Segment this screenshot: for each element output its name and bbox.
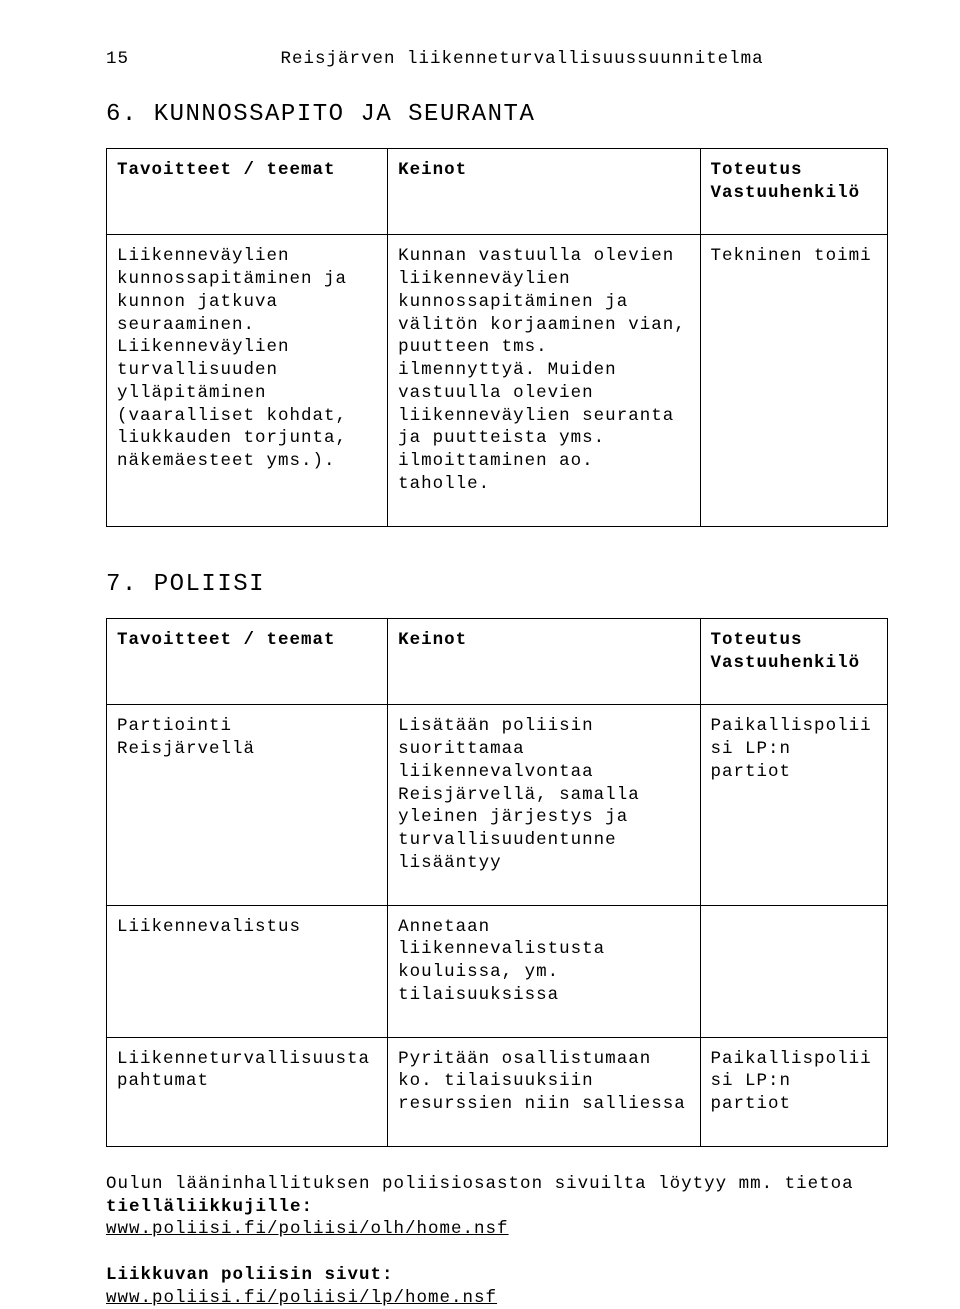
section7-heading: 7. POLIISI bbox=[106, 569, 888, 600]
cell-toteutus: Paikallispoliisi LP:n partiot bbox=[700, 705, 887, 905]
cell-tavoitteet: Partiointi Reisjärvellä bbox=[107, 705, 388, 905]
cell-toteutus bbox=[700, 905, 887, 1037]
col-tavoitteet: Tavoitteet / teemat bbox=[107, 618, 388, 705]
cell-toteutus: Paikallispoliisi LP:n partiot bbox=[700, 1037, 887, 1146]
cell-keinot: Annetaan liikennevalistusta kouluissa, y… bbox=[388, 905, 700, 1037]
footer-link-2[interactable]: www.poliisi.fi/poliisi/lp/home.nsf bbox=[106, 1288, 497, 1308]
footer-text: Oulun lääninhallituksen poliisiosaston s… bbox=[106, 1173, 888, 1309]
footer-bold-label: tielläliikkujille: bbox=[106, 1197, 313, 1217]
table-header-row: Tavoitteet / teemat Keinot Toteutus Vast… bbox=[107, 618, 888, 705]
col-keinot: Keinot bbox=[388, 148, 700, 235]
page-header: 15 Reisjärven liikenneturvallisuussuunni… bbox=[106, 48, 888, 71]
section6-table: Tavoitteet / teemat Keinot Toteutus Vast… bbox=[106, 148, 888, 527]
cell-keinot: Lisätään poliisin suorittamaa liikenneva… bbox=[388, 705, 700, 905]
table-row: Partiointi Reisjärvellä Lisätään poliisi… bbox=[107, 705, 888, 905]
cell-toteutus: Tekninen toimi bbox=[700, 235, 887, 526]
table-row: Liikenneturvallisuusta pahtumat Pyritään… bbox=[107, 1037, 888, 1146]
footer-line: Oulun lääninhallituksen poliisiosaston s… bbox=[106, 1173, 888, 1196]
doc-title: Reisjärven liikenneturvallisuussuunnitel… bbox=[141, 49, 764, 69]
footer-line-2-title: Liikkuvan poliisin sivut: bbox=[106, 1264, 888, 1287]
cell-keinot: Pyritään osallistumaan ko. tilaisuuksiin… bbox=[388, 1037, 700, 1146]
cell-tavoitteet: Liikennevalistus bbox=[107, 905, 388, 1037]
table-row: Liikennevalistus Annetaan liikennevalist… bbox=[107, 905, 888, 1037]
col-toteutus: Toteutus Vastuuhenkilö bbox=[700, 618, 887, 705]
section7-table: Tavoitteet / teemat Keinot Toteutus Vast… bbox=[106, 618, 888, 1147]
cell-tavoitteet: Liikenneturvallisuusta pahtumat bbox=[107, 1037, 388, 1146]
section6-heading: 6. KUNNOSSAPITO JA SEURANTA bbox=[106, 99, 888, 130]
page: 15 Reisjärven liikenneturvallisuussuunni… bbox=[0, 0, 960, 1309]
cell-tavoitteet: Liikenneväylien kunnossapitäminen ja kun… bbox=[107, 235, 388, 526]
col-toteutus: Toteutus Vastuuhenkilö bbox=[700, 148, 887, 235]
table-row: Liikenneväylien kunnossapitäminen ja kun… bbox=[107, 235, 888, 526]
footer-link-1[interactable]: www.poliisi.fi/poliisi/olh/home.nsf bbox=[106, 1219, 509, 1239]
col-keinot: Keinot bbox=[388, 618, 700, 705]
page-number: 15 bbox=[106, 49, 129, 69]
table-header-row: Tavoitteet / teemat Keinot Toteutus Vast… bbox=[107, 148, 888, 235]
cell-keinot: Kunnan vastuulla olevien liikenneväylien… bbox=[388, 235, 700, 526]
col-tavoitteet: Tavoitteet / teemat bbox=[107, 148, 388, 235]
